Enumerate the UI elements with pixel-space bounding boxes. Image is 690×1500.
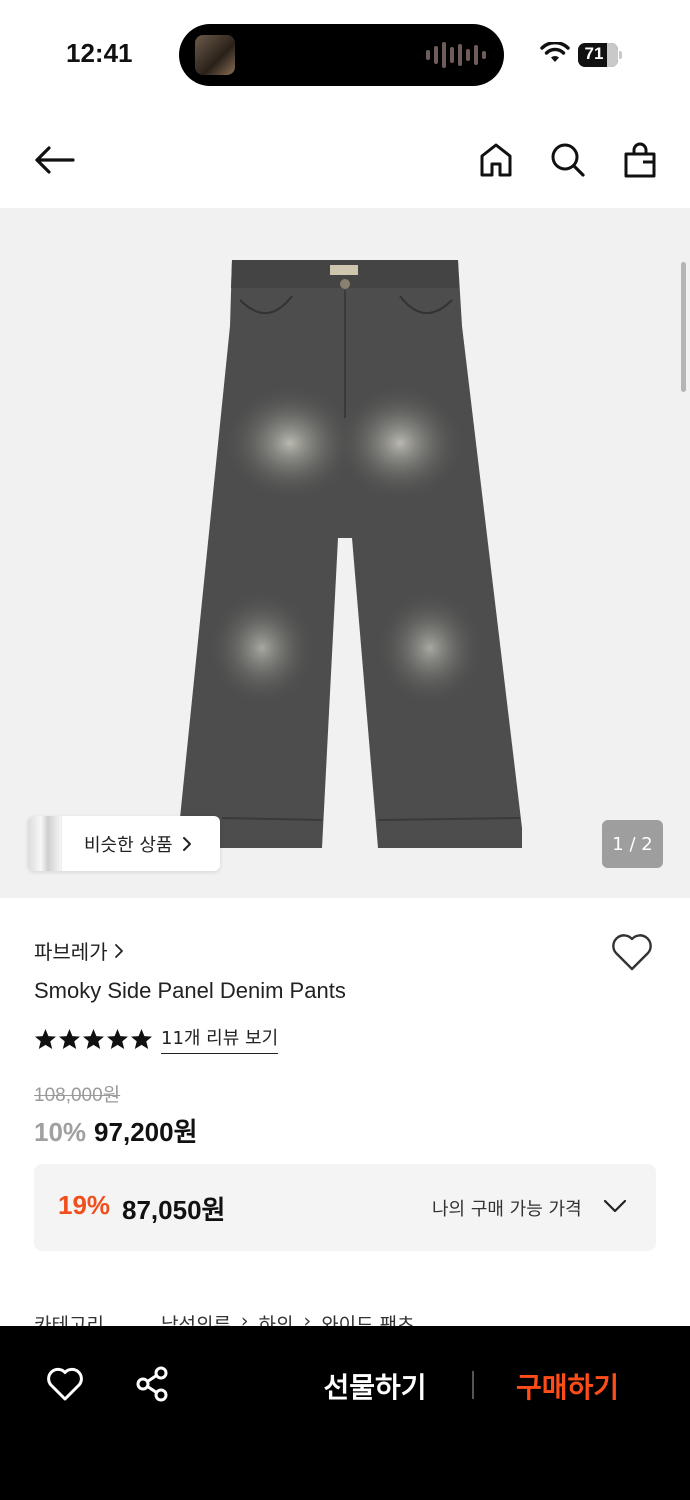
share-icon[interactable] — [134, 1366, 172, 1402]
my-price-discount: 19% — [58, 1190, 111, 1220]
my-price-value: 87,050원 — [122, 1195, 226, 1225]
home-button[interactable] — [474, 138, 518, 182]
sale-price-row: 10% 97,200원 — [34, 1112, 198, 1149]
status-time: 12:41 — [66, 38, 133, 68]
rating-row: 11개 리뷰 보기 — [34, 1024, 279, 1054]
arrow-left-icon — [35, 146, 75, 174]
chevron-right-icon — [182, 836, 191, 851]
scroll-indicator — [681, 262, 686, 392]
star-icon — [106, 1028, 129, 1050]
star-icon — [58, 1028, 81, 1050]
similar-product-thumbnail — [28, 816, 62, 871]
dynamic-island — [179, 24, 504, 86]
battery-level: 71 — [584, 44, 604, 63]
chevron-right-icon — [114, 943, 123, 958]
now-playing-thumbnail — [195, 35, 235, 75]
star-icon — [34, 1028, 57, 1050]
search-icon — [551, 143, 585, 177]
wifi-icon — [540, 42, 570, 62]
sale-price: 97,200원 — [94, 1117, 198, 1147]
discount-rate: 10% — [34, 1117, 87, 1147]
shopping-bag-icon — [624, 142, 656, 178]
my-price-box[interactable]: 19% 87,050원 나의 구매 가능 가격 — [34, 1164, 656, 1251]
bottom-action-bar: 선물하기 구매하기 — [0, 1326, 690, 1500]
search-button[interactable] — [546, 138, 590, 182]
similar-products-button[interactable]: 비슷한 상품 — [28, 816, 220, 871]
cart-button[interactable] — [618, 138, 662, 182]
review-link[interactable]: 11개 리뷰 보기 — [161, 1024, 279, 1054]
star-icon — [82, 1028, 105, 1050]
divider — [472, 1371, 474, 1399]
denim-pants-image — [178, 260, 522, 848]
battery-icon: 71 — [578, 43, 622, 67]
product-image-gallery[interactable]: 비슷한 상품 1 / 2 — [0, 208, 690, 898]
like-heart-icon[interactable] — [46, 1366, 84, 1402]
gift-button[interactable]: 선물하기 — [290, 1366, 460, 1406]
rating-stars — [34, 1028, 153, 1050]
brand-link[interactable]: 파브레가 — [34, 936, 124, 965]
brand-name: 파브레가 — [34, 940, 108, 964]
star-icon — [130, 1028, 153, 1050]
original-price: 108,000원 — [34, 1085, 121, 1106]
chevron-down-icon — [603, 1199, 627, 1213]
top-nav-bar — [0, 110, 690, 208]
image-page-indicator: 1 / 2 — [602, 820, 663, 868]
wishlist-heart-icon[interactable] — [610, 932, 654, 972]
audio-waveform-icon — [426, 41, 486, 69]
back-button[interactable] — [32, 138, 76, 182]
status-bar: 12:41 71 — [0, 0, 690, 110]
my-price-label: 나의 구매 가능 가격 — [432, 1199, 582, 1220]
similar-products-label: 비슷한 상품 — [84, 834, 173, 856]
home-icon — [480, 143, 512, 177]
product-name: Smoky Side Panel Denim Pants — [34, 978, 346, 1003]
buy-button[interactable]: 구매하기 — [490, 1366, 645, 1406]
